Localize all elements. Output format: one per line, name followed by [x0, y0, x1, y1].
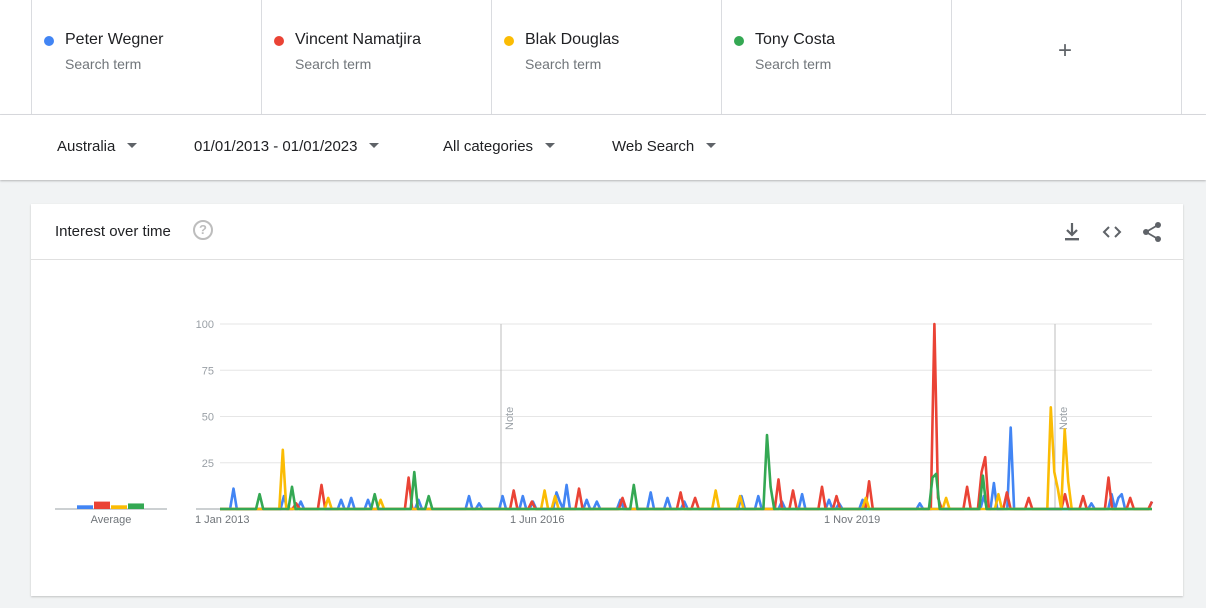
category-label: All categories: [443, 138, 534, 155]
average-bar: [111, 505, 127, 509]
search-type-label: Web Search: [612, 138, 695, 155]
filter-bar: Australia 01/01/2013 - 01/01/2023 All ca…: [0, 115, 1206, 180]
search-term-card[interactable]: Vincent Namatjira Search term: [261, 0, 491, 114]
plus-icon: +: [1058, 37, 1073, 64]
average-bar: [94, 501, 110, 509]
y-tick-label: 75: [202, 365, 214, 377]
y-tick-label: 100: [196, 319, 214, 331]
search-term-card[interactable]: Blak Douglas Search term: [491, 0, 721, 114]
term-color-dot: [274, 36, 284, 46]
y-tick-label: 50: [202, 412, 214, 424]
term-color-dot: [734, 36, 744, 46]
search-term-name[interactable]: Vincent Namatjira: [295, 31, 421, 49]
search-term-card[interactable]: Peter Wegner Search term: [31, 0, 261, 114]
term-color-dot: [504, 36, 514, 46]
region-dropdown[interactable]: Australia: [57, 138, 138, 155]
x-tick-label: 1 Jan 2013: [195, 514, 249, 526]
search-terms-bar: Peter Wegner Search term Vincent Namatji…: [0, 0, 1206, 115]
search-term-name[interactable]: Blak Douglas: [525, 31, 619, 49]
category-dropdown[interactable]: All categories: [443, 138, 556, 155]
search-term-subtitle: Search term: [65, 56, 142, 72]
search-type-dropdown[interactable]: Web Search: [612, 138, 717, 155]
search-term-subtitle: Search term: [755, 56, 832, 72]
region-label: Australia: [57, 138, 116, 155]
average-bar: [77, 505, 93, 509]
chevron-down-icon: [706, 142, 717, 148]
chevron-down-icon: [545, 142, 556, 148]
note-label: Note: [504, 407, 516, 430]
chevron-down-icon: [369, 142, 380, 148]
add-comparison-button[interactable]: +: [951, 0, 1182, 114]
x-tick-label: 1 Jun 2016: [510, 514, 564, 526]
x-tick-label: 1 Nov 2019: [824, 514, 880, 526]
chevron-down-icon: [127, 142, 138, 148]
date-range-label: 01/01/2013 - 01/01/2023: [194, 138, 358, 155]
series-line: [220, 426, 1154, 511]
date-range-dropdown[interactable]: 01/01/2013 - 01/01/2023: [194, 138, 380, 155]
search-term-subtitle: Search term: [525, 56, 602, 72]
search-term-subtitle: Search term: [295, 56, 372, 72]
y-tick-label: 25: [202, 458, 214, 470]
note-label: Note: [1058, 407, 1070, 430]
average-bar: [128, 503, 144, 509]
search-term-name[interactable]: Tony Costa: [755, 31, 835, 49]
interest-chart: 100 75 50 25 Note Note 1 Jan 2013 1 Jun 2016 1 N…: [55, 319, 1154, 526]
search-term-name[interactable]: Peter Wegner: [65, 31, 163, 49]
search-term-card[interactable]: Tony Costa Search term: [721, 0, 951, 114]
average-label: Average: [91, 514, 132, 526]
term-color-dot: [44, 36, 54, 46]
interest-over-time-card: Interest over time ? 100 75 50 25 Note Note 1 …: [31, 204, 1183, 596]
